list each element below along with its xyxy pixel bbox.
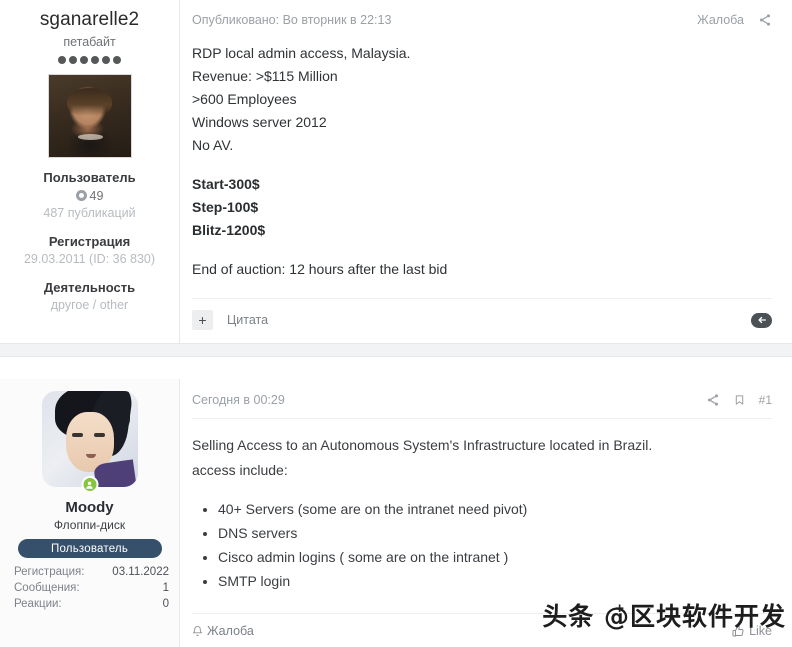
bell-report-icon	[192, 625, 203, 637]
spacer	[0, 357, 792, 379]
reply-arrow-icon[interactable]	[751, 312, 772, 328]
usergroup-badge: Пользователь	[17, 539, 162, 558]
body-line: Windows server 2012	[192, 114, 327, 130]
stat-value: 0	[162, 598, 169, 610]
activity-label: Деятельность	[43, 280, 136, 295]
share-icon[interactable]	[706, 393, 720, 407]
stat-value: 03.11.2022	[112, 566, 169, 578]
share-icon[interactable]	[758, 13, 772, 27]
avatar[interactable]	[41, 391, 138, 487]
stat-row: Сообщения: 1	[14, 580, 169, 596]
stat-label: Сообщения:	[14, 582, 80, 594]
rank-dots	[0, 56, 179, 64]
watermark: 头条 @区块软件开发	[542, 602, 786, 631]
post-1-footer: + Цитата	[192, 298, 772, 343]
body-line: >600 Employees	[192, 91, 297, 107]
body-line: access include:	[192, 462, 288, 478]
post-1-header-actions: Жалоба	[697, 13, 772, 27]
stat-label: Регистрация:	[14, 566, 85, 578]
price-line-blitz: Blitz-1200$	[192, 222, 266, 238]
stat-label: Реакции:	[14, 598, 62, 610]
list-item: 40+ Servers (some are on the intranet ne…	[218, 497, 772, 521]
forum-thread-page: sganarelle2 петабайт Пользователь 49 487…	[0, 0, 792, 647]
post-2-user-card: Moody Флоппи-диск Пользователь Регистрац…	[0, 379, 180, 647]
post-2-header-actions: #1	[706, 393, 772, 407]
post-1-body: RDP local admin access, Malaysia. Revenu…	[192, 28, 772, 281]
username[interactable]: sganarelle2	[0, 8, 179, 32]
post-1-header: Опубликовано: Во вторник в 22:13 Жалоба	[192, 0, 772, 28]
post-separator	[0, 343, 792, 357]
post-date: Сегодня в 00:29	[192, 392, 285, 407]
message-count: 487 публикаций	[43, 206, 136, 220]
post-date: Опубликовано: Во вторник в 22:13	[192, 13, 392, 27]
body-line: No AV.	[192, 137, 234, 153]
body-line: RDP local admin access, Malaysia.	[192, 45, 411, 61]
registered-value: 29.03.2011 (ID: 36 830)	[23, 252, 156, 266]
user-rank: петабайт	[63, 35, 116, 49]
trophy-points: 49	[0, 188, 179, 204]
list-item: Cisco admin logins ( some are on the int…	[218, 545, 772, 569]
report-button[interactable]: Жалоба	[192, 624, 254, 638]
feature-list: 40+ Servers (some are on the intranet ne…	[218, 497, 772, 593]
avatar-wrapper[interactable]	[41, 391, 138, 493]
body-line: Revenue: >$115 Million	[192, 68, 338, 84]
body-line: Selling Access to an Autonomous System's…	[192, 437, 653, 453]
avatar[interactable]	[47, 74, 132, 158]
report-link[interactable]: Жалоба	[697, 13, 744, 27]
activity-value: другое / other	[50, 298, 129, 312]
report-label: Жалоба	[207, 624, 254, 638]
trophy-icon	[75, 190, 87, 201]
post-number[interactable]: #1	[759, 393, 772, 407]
list-item: DNS servers	[218, 521, 772, 545]
user-rank: Флоппи-диск	[53, 518, 126, 532]
stat-value: 1	[162, 582, 169, 594]
quote-button[interactable]: Цитата	[227, 313, 268, 327]
username[interactable]: Moody	[0, 498, 179, 517]
online-status-icon	[81, 476, 98, 493]
add-quote-button[interactable]: +	[192, 310, 213, 330]
usergroup-label: Пользователь	[43, 170, 136, 185]
post-2-header: Сегодня в 00:29 #1	[192, 379, 772, 407]
user-stats: Регистрация: 03.11.2022 Сообщения: 1 Реа…	[14, 564, 169, 612]
post-1-footer-actions: + Цитата	[192, 310, 268, 330]
post-1: sganarelle2 петабайт Пользователь 49 487…	[0, 0, 792, 343]
price-line-start: Start-300$	[192, 176, 260, 192]
registered-label: Регистрация	[48, 234, 131, 249]
stat-row: Регистрация: 03.11.2022	[14, 564, 169, 580]
price-line-step: Step-100$	[192, 199, 259, 215]
stat-row: Реакции: 0	[14, 596, 169, 612]
post-1-user-card: sganarelle2 петабайт Пользователь 49 487…	[0, 0, 180, 343]
list-item: SMTP login	[218, 569, 772, 593]
auction-end-note: End of auction: 12 hours after the last …	[192, 261, 448, 277]
bookmark-icon[interactable]	[734, 393, 745, 407]
post-1-content: Опубликовано: Во вторник в 22:13 Жалоба	[180, 0, 792, 343]
post-2-body: Selling Access to an Autonomous System's…	[192, 419, 772, 593]
